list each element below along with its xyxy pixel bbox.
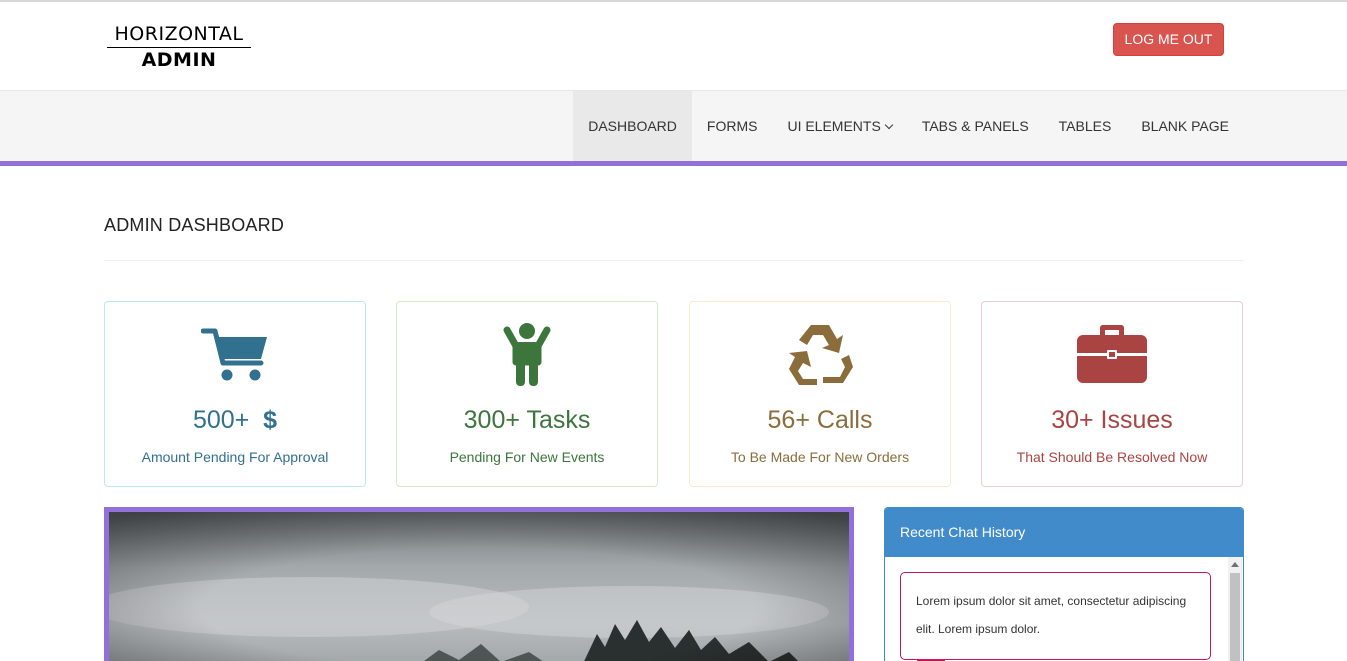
- stat-value: 56+ Calls: [767, 406, 873, 434]
- chat-history-panel: Recent Chat History Lorem ipsum dolor si…: [884, 507, 1244, 661]
- logo[interactable]: HORIZONTAL ADMIN: [107, 23, 251, 72]
- dollar-icon: $: [263, 406, 278, 434]
- logo-line-1: HORIZONTAL: [107, 23, 251, 48]
- stat-card-tasks: 300+ Tasks Pending For New Events: [396, 301, 658, 487]
- card-icon-wrap: [105, 322, 365, 386]
- nav-item-dashboard[interactable]: DASHBOARD: [573, 91, 692, 162]
- navbar-accent-line: [0, 161, 1347, 166]
- shopping-cart-icon: [201, 328, 267, 381]
- nav-item-tables[interactable]: TABLES: [1044, 91, 1127, 162]
- page-title: ADMIN DASHBOARD: [104, 215, 285, 235]
- scroll-thumb[interactable]: [1230, 573, 1240, 661]
- main-navbar: DASHBOARD FORMS UI ELEMENTS TABS & PANEL…: [0, 90, 1347, 162]
- chat-body: Lorem ipsum dolor sit amet, consectetur …: [885, 557, 1243, 661]
- recycle-icon: [789, 325, 853, 385]
- nav-item-tabs-panels[interactable]: TABS & PANELS: [907, 91, 1044, 162]
- stat-card-amount: 500+ $ Amount Pending For Approval: [104, 301, 366, 487]
- chat-message: Lorem ipsum dolor sit amet, consectetur …: [900, 572, 1211, 660]
- stat-caption: Pending For New Events: [449, 449, 605, 465]
- stat-card-issues: 30+ Issues That Should Be Resolved Now: [981, 301, 1243, 487]
- logout-button[interactable]: LOG ME OUT: [1113, 23, 1224, 56]
- stat-value: 500+ $: [105, 405, 365, 435]
- nav-item-label: UI ELEMENTS: [787, 118, 881, 134]
- title-divider: [104, 260, 1244, 261]
- briefcase-icon: [1077, 325, 1147, 383]
- chat-scrollbar[interactable]: [1228, 557, 1242, 661]
- nav-item-blank-page[interactable]: BLANK PAGE: [1126, 91, 1244, 162]
- landscape-image: [104, 507, 854, 661]
- person-icon: [503, 323, 551, 386]
- nav-item-label: TABS & PANELS: [921, 118, 1029, 134]
- stat-value-text: 500+: [192, 406, 250, 434]
- nav-item-label: BLANK PAGE: [1141, 118, 1229, 134]
- stat-caption: Amount Pending For Approval: [141, 449, 329, 465]
- nav-menu: DASHBOARD FORMS UI ELEMENTS TABS & PANEL…: [573, 91, 1244, 162]
- stat-card-calls: 56+ Calls To Be Made For New Orders: [689, 301, 951, 487]
- logo-line-2: ADMIN: [141, 49, 217, 71]
- stat-caption: That Should Be Resolved Now: [1016, 449, 1208, 465]
- top-header: HORIZONTAL ADMIN LOG ME OUT: [0, 2, 1347, 90]
- nav-item-label: FORMS: [706, 118, 758, 134]
- card-icon-wrap: [982, 322, 1242, 386]
- stat-caption: To Be Made For New Orders: [730, 449, 910, 465]
- stat-value: 300+ Tasks: [463, 406, 591, 434]
- chat-panel-title: Recent Chat History: [885, 508, 1243, 557]
- nav-item-label: DASHBOARD: [588, 118, 677, 134]
- card-icon-wrap: [690, 322, 950, 386]
- nav-item-forms[interactable]: FORMS: [692, 91, 773, 162]
- nav-item-ui-elements[interactable]: UI ELEMENTS: [772, 91, 906, 162]
- scroll-up-arrow-icon[interactable]: [1231, 562, 1239, 567]
- stat-value: 30+ Issues: [1051, 406, 1173, 434]
- card-icon-wrap: [397, 322, 657, 386]
- nav-item-label: TABLES: [1058, 118, 1112, 134]
- forest-fog-image: [109, 512, 849, 661]
- chevron-down-icon: [884, 120, 894, 130]
